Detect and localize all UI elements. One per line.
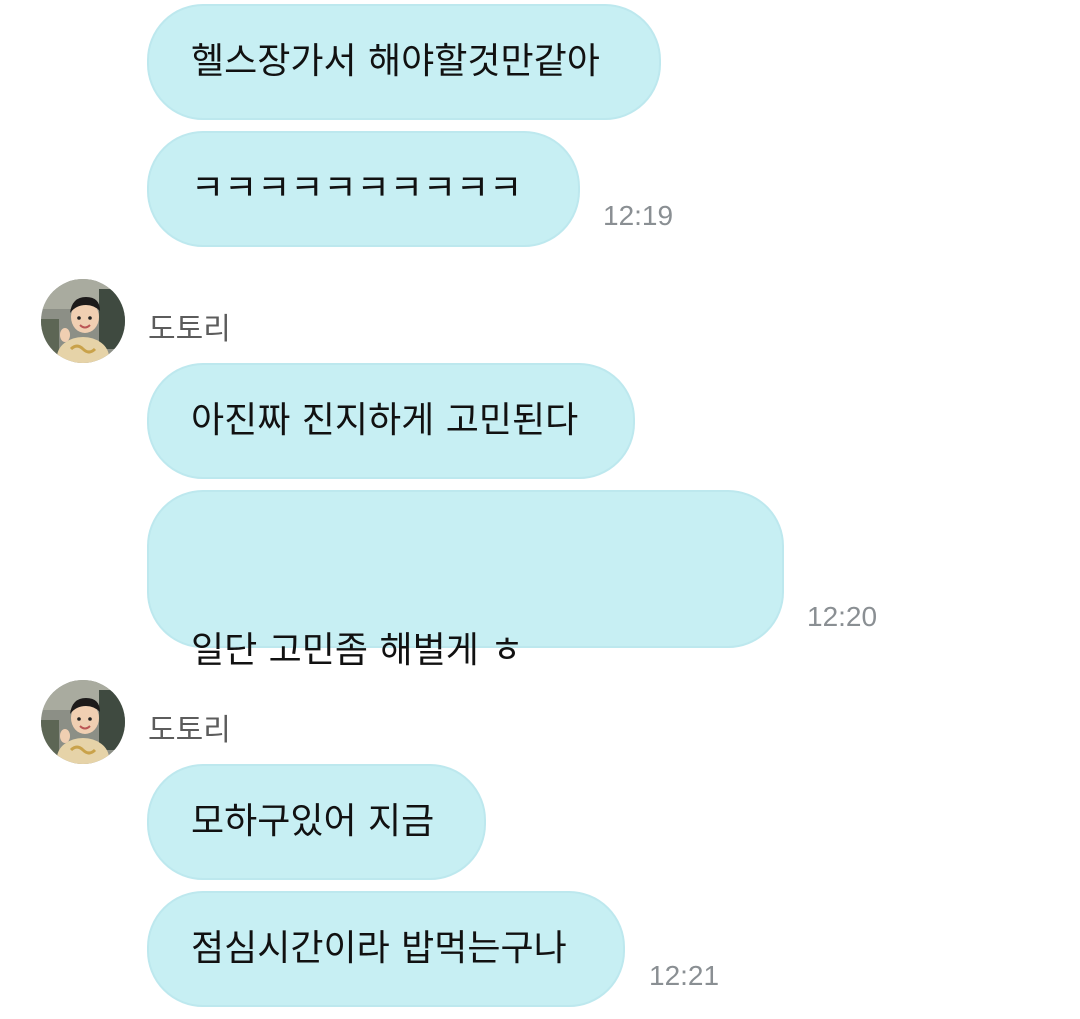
message-bubble[interactable]: 헬스장가서 해야할것만같아 bbox=[147, 4, 661, 120]
sender-name: 도토리 bbox=[148, 713, 231, 748]
message-bubble[interactable]: 일단 고민좀 해벌게 ㅎ 안할거같긴한데 ㅎ bbox=[147, 490, 784, 833]
message-timestamp: 12:20 bbox=[807, 601, 878, 632]
message-bubble[interactable]: 아진짜 진지하게 고민된다 bbox=[147, 363, 635, 479]
message-bubble[interactable]: 모하구있어 지금 bbox=[147, 764, 486, 880]
sender-name: 도토리 bbox=[148, 312, 231, 347]
message-text: 아진짜 진지하게 고민된다 bbox=[191, 400, 579, 441]
message-timestamp: 12:21 bbox=[649, 960, 720, 991]
message-timestamp: 12:19 bbox=[603, 200, 674, 231]
message-text: 모하구있어 지금 bbox=[191, 801, 435, 842]
message-bubble[interactable]: ㅋㅋㅋㅋㅋㅋㅋㅋㅋㅋ bbox=[147, 131, 580, 247]
sender-avatar[interactable] bbox=[41, 279, 125, 363]
child-photo-avatar-icon bbox=[41, 279, 125, 363]
sender-avatar[interactable] bbox=[41, 680, 125, 764]
message-text: 헬스장가서 해야할것만같아 bbox=[191, 41, 600, 82]
message-bubble[interactable]: 점심시간이라 밥먹는구나 bbox=[147, 891, 625, 1007]
message-text: ㅋㅋㅋㅋㅋㅋㅋㅋㅋㅋ bbox=[191, 168, 523, 209]
message-text: 점심시간이라 밥먹는구나 bbox=[191, 928, 567, 969]
message-text-line: 일단 고민좀 해벌게 ㅎ bbox=[191, 630, 524, 671]
child-photo-avatar-icon bbox=[41, 680, 125, 764]
